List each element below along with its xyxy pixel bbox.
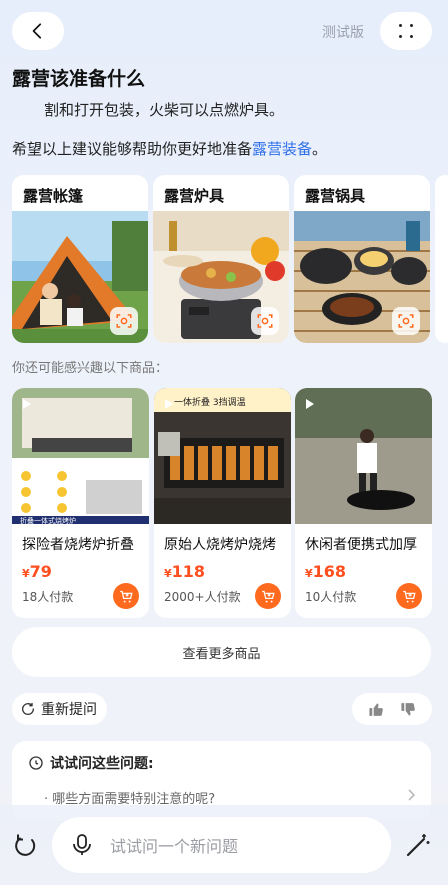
category-card-next-partial[interactable] bbox=[435, 175, 448, 343]
question-input[interactable]: 试试问一个新问题 bbox=[52, 817, 391, 873]
answer-title: 露营该准备什么 bbox=[12, 68, 146, 90]
compass-icon bbox=[29, 756, 43, 770]
category-card-tent[interactable]: 露营帐篷 bbox=[12, 175, 148, 343]
product-card[interactable]: 休闲者便携式加厚 ¥168 10人付款 bbox=[295, 388, 432, 618]
product-image: 一体折叠 3挡调温 bbox=[154, 388, 291, 524]
answer-line-2-prefix: 希望以上建议能够帮助你更好地准备 bbox=[12, 140, 253, 158]
input-placeholder: 试试问一个新问题 bbox=[110, 837, 239, 856]
product-name: 原始人烧烤炉烧烤 bbox=[164, 537, 276, 553]
feedback-group bbox=[352, 693, 432, 725]
answer-line-2: 希望以上建议能够帮助你更好地准备露营装备。 bbox=[12, 138, 327, 159]
more-options-button[interactable] bbox=[380, 12, 432, 50]
answer-line-1: 割和打开包装，火柴可以点燃炉具。 bbox=[44, 101, 285, 119]
recommendation-label: 你还可能感兴趣以下商品： bbox=[12, 361, 169, 376]
cart-plus-icon bbox=[402, 590, 416, 602]
see-more-products-button[interactable]: 查看更多商品 bbox=[12, 627, 431, 677]
scan-icon bbox=[116, 314, 132, 328]
product-card[interactable]: 折叠一体式烧烤炉 探险者烧烤炉折叠 ¥79 18人付款 bbox=[12, 388, 149, 618]
back-button[interactable] bbox=[12, 12, 64, 50]
chevron-right-icon bbox=[408, 789, 416, 801]
add-to-cart-button[interactable] bbox=[396, 583, 422, 609]
refresh-icon bbox=[22, 703, 34, 715]
test-version-label: 测试版 bbox=[322, 25, 364, 41]
new-chat-icon[interactable] bbox=[10, 831, 40, 861]
play-icon bbox=[165, 399, 173, 409]
product-sold-count: 10人付款 bbox=[305, 590, 357, 604]
category-card-stove[interactable]: 露营炉具 bbox=[153, 175, 289, 343]
magic-wand-icon[interactable] bbox=[404, 831, 432, 859]
category-title: 露营炉具 bbox=[164, 187, 225, 205]
product-price: ¥79 bbox=[22, 562, 52, 581]
product-image bbox=[295, 388, 432, 524]
suggested-questions-title: 试试问这些问题: bbox=[28, 753, 154, 773]
stove-image bbox=[153, 211, 289, 343]
image-search-button[interactable] bbox=[110, 307, 138, 335]
category-row: 露营帐篷 露营炉具 露营锅具 bbox=[12, 175, 448, 343]
svg-text:折叠一体式烧烤炉: 折叠一体式烧烤炉 bbox=[20, 516, 76, 524]
microphone-icon[interactable] bbox=[72, 834, 92, 856]
product-sold-count: 2000+人付款 bbox=[164, 590, 241, 604]
answer-line-2-suffix: 。 bbox=[312, 140, 328, 158]
top-bar: 测试版 bbox=[0, 0, 448, 64]
cart-plus-icon bbox=[119, 590, 133, 602]
play-icon bbox=[23, 399, 31, 409]
cookware-image bbox=[294, 211, 430, 343]
svg-text:一体折叠 3挡调温: 一体折叠 3挡调温 bbox=[174, 396, 246, 408]
product-name: 探险者烧烤炉折叠 bbox=[22, 537, 134, 553]
reask-label: 重新提问 bbox=[41, 702, 97, 718]
thumbs-up-icon[interactable] bbox=[368, 701, 385, 718]
add-to-cart-button[interactable] bbox=[255, 583, 281, 609]
product-card[interactable]: 一体折叠 3挡调温 原始人烧烤炉烧烤 ¥118 2000+人付款 bbox=[154, 388, 291, 618]
scan-icon bbox=[257, 314, 273, 328]
more-dots-icon bbox=[399, 24, 413, 38]
tent-image bbox=[12, 211, 148, 343]
play-icon bbox=[306, 399, 314, 409]
add-to-cart-button[interactable] bbox=[113, 583, 139, 609]
bottom-input-bar: 试试问一个新问题 bbox=[0, 805, 448, 885]
thumbs-down-icon[interactable] bbox=[400, 701, 417, 718]
chevron-left-icon bbox=[32, 23, 42, 39]
product-price: ¥168 bbox=[305, 562, 347, 581]
camping-gear-link[interactable]: 露营装备 bbox=[252, 140, 312, 158]
scan-icon bbox=[398, 314, 414, 328]
product-name: 休闲者便携式加厚 bbox=[305, 537, 417, 553]
product-sold-count: 18人付款 bbox=[22, 590, 74, 604]
image-search-button[interactable] bbox=[251, 307, 279, 335]
category-title: 露营锅具 bbox=[305, 187, 366, 205]
product-price: ¥118 bbox=[164, 562, 206, 581]
reask-button[interactable]: 重新提问 bbox=[12, 693, 107, 725]
cart-plus-icon bbox=[261, 590, 275, 602]
product-image: 折叠一体式烧烤炉 bbox=[12, 388, 149, 524]
image-search-button[interactable] bbox=[392, 307, 420, 335]
category-title: 露营帐篷 bbox=[23, 187, 84, 205]
product-row: 折叠一体式烧烤炉 探险者烧烤炉折叠 ¥79 18人付款 一体折叠 3挡调温 原始… bbox=[12, 388, 448, 618]
category-card-cookware[interactable]: 露营锅具 bbox=[294, 175, 430, 343]
